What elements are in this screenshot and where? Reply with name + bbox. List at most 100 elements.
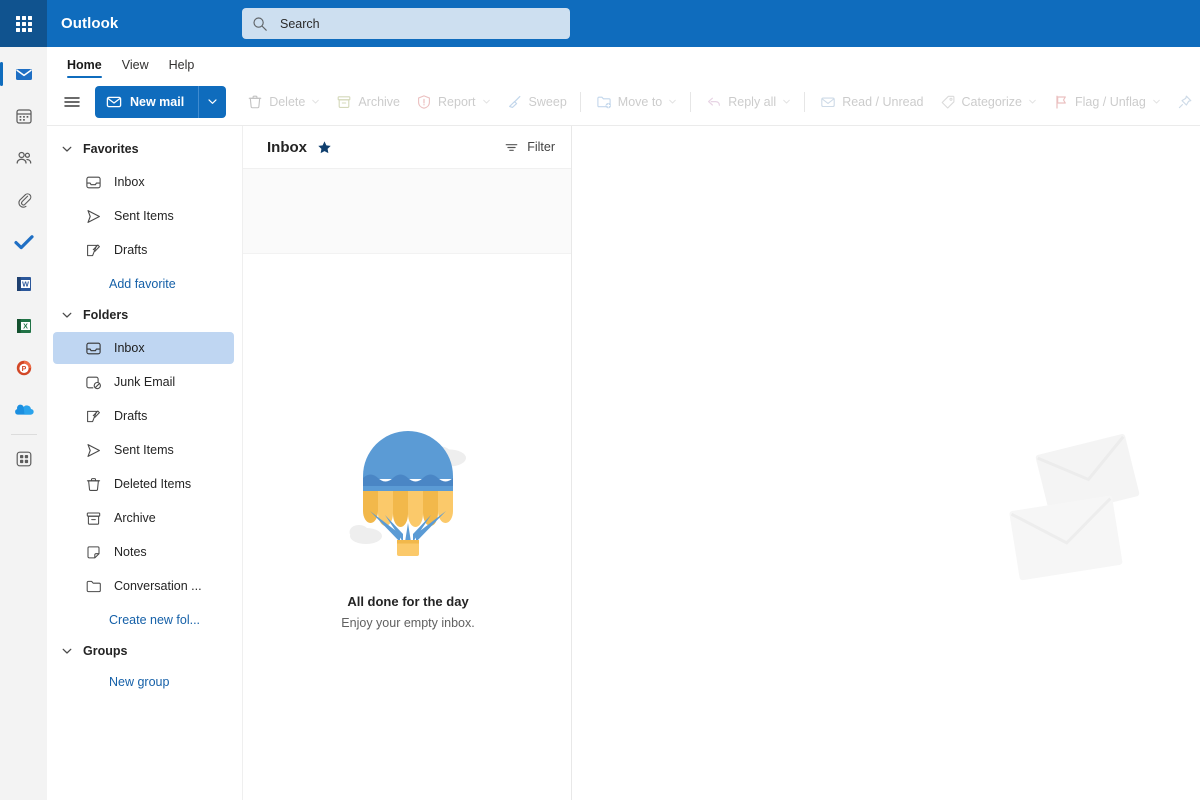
inbox-icon bbox=[86, 176, 101, 188]
excel-icon: X bbox=[16, 319, 31, 333]
send-icon bbox=[87, 209, 100, 223]
pin-button[interactable] bbox=[1170, 86, 1200, 118]
reply-all-button[interactable]: Reply all bbox=[699, 86, 798, 118]
star-filled-icon[interactable] bbox=[317, 140, 332, 155]
rail-item-calendar[interactable] bbox=[0, 95, 47, 137]
sidebar-item-favorites-sent-items[interactable]: Sent Items bbox=[53, 200, 234, 232]
chevron-down-icon bbox=[1029, 99, 1036, 104]
flag-unflag-label: Flag / Unflag bbox=[1074, 94, 1146, 109]
section-header-folders[interactable]: Folders bbox=[47, 300, 242, 330]
rail-item-mail[interactable] bbox=[0, 53, 47, 95]
draft-pencil-icon bbox=[87, 243, 100, 256]
tab-help[interactable]: Help bbox=[159, 58, 205, 79]
rail-item-apps[interactable] bbox=[0, 438, 47, 480]
archive-button[interactable]: Archive bbox=[329, 86, 407, 118]
rail-divider bbox=[10, 434, 37, 435]
outlook-app-window: Outlook Search W X P Home View Help New … bbox=[0, 0, 1200, 800]
broom-icon bbox=[508, 95, 520, 108]
sweep-button[interactable]: Sweep bbox=[500, 86, 574, 118]
sidebar-item-deleted-items[interactable]: Deleted Items bbox=[53, 468, 234, 500]
app-launcher-waffle-icon bbox=[15, 15, 32, 32]
search-icon bbox=[253, 16, 267, 31]
reply-all-label: Reply all bbox=[728, 94, 777, 109]
categorize-button[interactable]: Categorize bbox=[933, 86, 1044, 118]
new-mail-dropdown-button[interactable] bbox=[198, 85, 227, 118]
flag-icon bbox=[1056, 95, 1066, 109]
inbox-icon bbox=[86, 342, 101, 354]
rail-item-todo[interactable] bbox=[0, 221, 47, 263]
reply-all-arrow-icon bbox=[708, 97, 721, 106]
empty-inbox-state: All done for the day Enjoy your empty in… bbox=[243, 416, 573, 630]
folder-sidebar: Favorites Inbox Sent Items Drafts Add fa… bbox=[47, 126, 242, 800]
sidebar-item-label: Conversation ... bbox=[114, 579, 202, 593]
move-to-button[interactable]: Move to bbox=[589, 86, 684, 118]
pin-icon bbox=[1178, 95, 1192, 108]
rail-item-excel[interactable]: X bbox=[0, 305, 47, 347]
tab-view[interactable]: View bbox=[112, 58, 159, 79]
rail-item-onedrive[interactable] bbox=[0, 389, 47, 431]
command-separator bbox=[804, 91, 806, 112]
sidebar-item-inbox[interactable]: Inbox bbox=[53, 332, 234, 364]
svg-text:W: W bbox=[22, 280, 29, 289]
sidebar-item-label: Inbox bbox=[114, 175, 145, 189]
report-button[interactable]: Report bbox=[409, 86, 498, 118]
flag-unflag-button[interactable]: Flag / Unflag bbox=[1046, 86, 1168, 118]
chevron-down-icon bbox=[1153, 99, 1160, 104]
delete-button[interactable]: Delete bbox=[240, 86, 327, 118]
archive-box-icon bbox=[86, 511, 101, 525]
note-icon bbox=[87, 545, 100, 558]
open-envelope-icon bbox=[821, 97, 835, 107]
section-header-groups[interactable]: Groups bbox=[47, 636, 242, 666]
filter-button[interactable]: Filter bbox=[504, 140, 555, 155]
mail-icon bbox=[15, 69, 32, 80]
section-label: Folders bbox=[83, 308, 129, 322]
rail-item-people[interactable] bbox=[0, 137, 47, 179]
read-unread-button[interactable]: Read / Unread bbox=[813, 86, 930, 118]
create-new-folder-link[interactable]: Create new fol... bbox=[47, 604, 242, 636]
empty-state-title: All done for the day bbox=[347, 594, 469, 609]
app-launcher-button[interactable] bbox=[0, 0, 47, 47]
new-group-link[interactable]: New group bbox=[47, 666, 242, 698]
tab-home[interactable]: Home bbox=[57, 58, 112, 79]
ribbon-tab-strip: Home View Help bbox=[47, 47, 1200, 78]
sidebar-item-sent-items[interactable]: Sent Items bbox=[53, 434, 234, 466]
chevron-down-icon bbox=[482, 99, 490, 104]
sidebar-item-conversation-history[interactable]: Conversation ... bbox=[53, 570, 234, 602]
rail-item-files[interactable] bbox=[0, 179, 47, 221]
chevron-down-icon bbox=[62, 146, 72, 152]
mail-icon bbox=[106, 96, 122, 107]
app-title: Outlook bbox=[61, 15, 119, 32]
sidebar-item-label: Junk Email bbox=[114, 375, 176, 389]
section-header-favorites[interactable]: Favorites bbox=[47, 134, 242, 164]
shield-alert-icon bbox=[418, 94, 430, 109]
add-favorite-label: Add favorite bbox=[109, 277, 176, 291]
new-mail-button[interactable]: New mail bbox=[95, 85, 199, 118]
app-rail: W X P bbox=[0, 47, 47, 800]
add-favorite-link[interactable]: Add favorite bbox=[47, 268, 242, 300]
sidebar-item-notes[interactable]: Notes bbox=[53, 536, 234, 568]
sidebar-item-label: Inbox bbox=[114, 341, 145, 355]
rail-item-word[interactable]: W bbox=[0, 263, 47, 305]
sidebar-item-favorites-drafts[interactable]: Drafts bbox=[53, 234, 234, 266]
section-label: Favorites bbox=[83, 142, 139, 156]
message-list-pane: Inbox Filter All done for the day Enjoy … bbox=[242, 126, 572, 800]
report-label: Report bbox=[438, 94, 476, 109]
todo-check-icon bbox=[13, 235, 34, 250]
rail-item-powerpoint[interactable]: P bbox=[0, 347, 47, 389]
chevron-down-icon bbox=[208, 99, 217, 104]
new-group-label: New group bbox=[109, 675, 170, 689]
sidebar-item-archive[interactable]: Archive bbox=[53, 502, 234, 534]
sidebar-item-label: Deleted Items bbox=[114, 477, 192, 491]
message-list-loading-placeholder bbox=[243, 169, 571, 254]
archive-label: Archive bbox=[358, 94, 401, 109]
command-bar: New mail Delete Archive Report Sweep Mov… bbox=[47, 78, 1200, 126]
paperclip-icon bbox=[17, 193, 31, 208]
hamburger-menu-icon[interactable] bbox=[61, 91, 83, 113]
svg-text:P: P bbox=[21, 366, 26, 373]
sidebar-item-junk-email[interactable]: Junk Email bbox=[53, 366, 234, 398]
sidebar-item-favorites-inbox[interactable]: Inbox bbox=[53, 166, 234, 198]
section-label: Groups bbox=[83, 644, 128, 658]
sidebar-item-drafts[interactable]: Drafts bbox=[53, 400, 234, 432]
two-envelopes-watermark-icon bbox=[1009, 434, 1140, 581]
search-input[interactable]: Search bbox=[242, 8, 570, 39]
